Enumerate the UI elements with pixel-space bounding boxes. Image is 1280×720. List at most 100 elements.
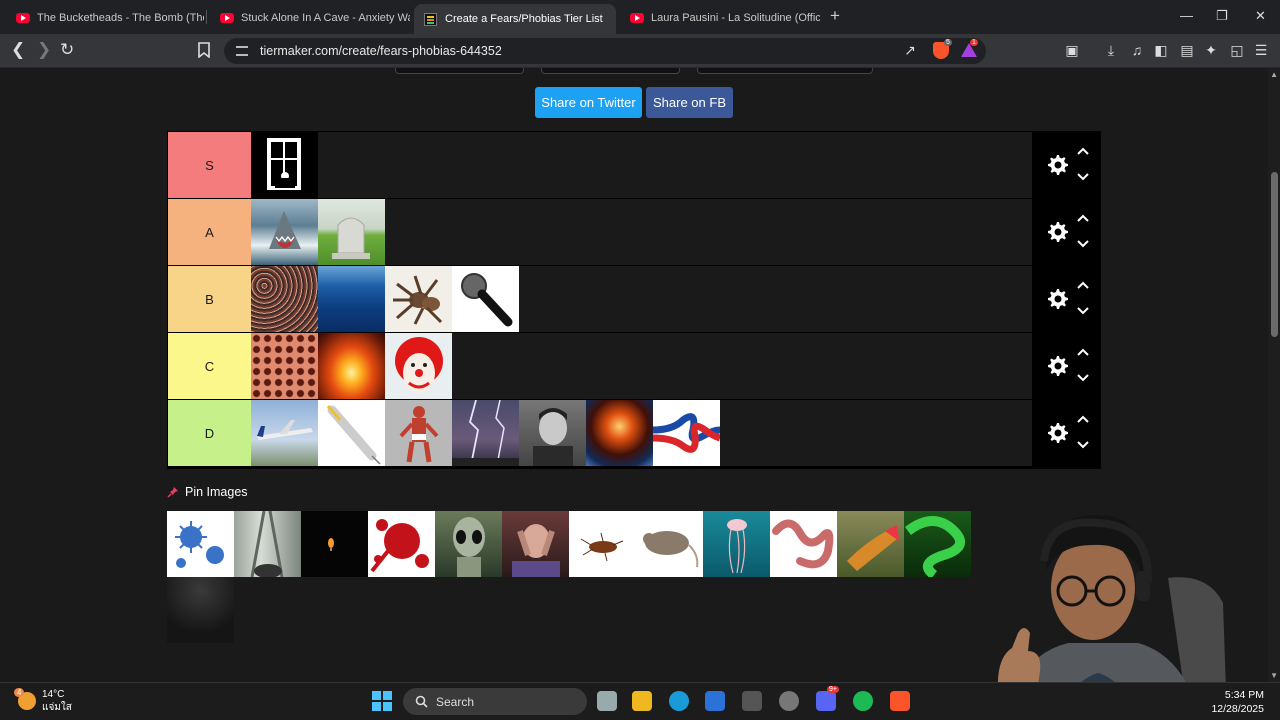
pool-item-worm[interactable]: [770, 511, 837, 577]
chevron-up-icon[interactable]: [1076, 413, 1090, 425]
address-bar[interactable]: tiermaker.com/create/fears-phobias-64435…: [224, 38, 986, 64]
chevron-up-icon[interactable]: [1076, 346, 1090, 358]
chevron-up-icon[interactable]: [1076, 279, 1090, 291]
share-icon[interactable]: ↗: [902, 42, 918, 58]
task-view-icon[interactable]: [597, 691, 617, 711]
gear-icon[interactable]: [1046, 421, 1070, 445]
chevron-up-icon[interactable]: [1076, 145, 1090, 157]
scroll-thumb[interactable]: [1271, 172, 1278, 337]
forward-icon[interactable]: ❯: [37, 40, 51, 60]
tier-drop-area[interactable]: [251, 266, 1032, 332]
chevron-down-icon[interactable]: [1076, 305, 1090, 317]
tier-item-microphone[interactable]: [452, 266, 519, 332]
store-icon[interactable]: [705, 691, 725, 711]
chevron-down-icon[interactable]: [1076, 171, 1090, 183]
back-icon[interactable]: ❮: [11, 40, 25, 60]
pool-item-blood[interactable]: [368, 511, 435, 577]
window-close-icon[interactable]: ✕: [1255, 8, 1266, 24]
gear-icon[interactable]: [1046, 220, 1070, 244]
top-dropdown[interactable]: [395, 68, 524, 74]
discord-icon[interactable]: 9+: [816, 686, 839, 711]
weather-widget[interactable]: 4 14°C แจ่มใส: [14, 688, 72, 714]
minimize-icon[interactable]: —: [1180, 8, 1193, 23]
site-settings-icon[interactable]: [236, 46, 248, 56]
pool-item-height[interactable]: [234, 511, 301, 577]
app-icon[interactable]: [779, 691, 799, 711]
tier-item-knot[interactable]: [653, 400, 720, 466]
leo-ai-icon[interactable]: ✦: [1203, 42, 1219, 58]
wallet-icon[interactable]: ▤: [1179, 42, 1195, 58]
tier-item-portrait[interactable]: [519, 400, 586, 466]
share-on-fb-button[interactable]: Share on FB: [646, 87, 733, 118]
pool-item-snake[interactable]: [904, 511, 971, 577]
tier-label[interactable]: C: [168, 333, 251, 399]
tab-stuck-alone[interactable]: Stuck Alone In A Cave - Anxiety Warn: [210, 4, 410, 32]
pool-item-dark-room[interactable]: [167, 577, 234, 643]
tier-drop-area[interactable]: [251, 199, 1032, 265]
tier-item-airplane[interactable]: [251, 400, 318, 466]
chevron-down-icon[interactable]: [1076, 439, 1090, 451]
tier-item-figure[interactable]: [385, 400, 452, 466]
download-icon[interactable]: ⤓: [1103, 42, 1119, 58]
chevron-down-icon[interactable]: [1076, 238, 1090, 250]
tier-drop-area[interactable]: [251, 333, 1032, 399]
tier-item-gravestone[interactable]: [318, 199, 385, 265]
tier-item-syringe[interactable]: [318, 400, 385, 466]
restore-icon[interactable]: ❐: [1216, 8, 1228, 24]
pool-item-cockroach-rat[interactable]: [569, 511, 703, 577]
tab-laura-pausini[interactable]: Laura Pausini - La Solitudine (Official: [620, 4, 820, 32]
tier-label[interactable]: S: [168, 132, 251, 198]
chevron-down-icon[interactable]: [1076, 372, 1090, 384]
app-icon[interactable]: [742, 691, 762, 711]
brave-taskbar-icon[interactable]: [890, 691, 910, 711]
screenshot-icon[interactable]: ▣: [1064, 42, 1080, 58]
pool-item-virus[interactable]: [167, 511, 234, 577]
tier-label[interactable]: D: [168, 400, 251, 466]
taskbar-search[interactable]: Search: [403, 688, 587, 715]
tier-item-explosion[interactable]: [586, 400, 653, 466]
gear-icon[interactable]: [1046, 153, 1070, 177]
pool-item-fearful-person[interactable]: [502, 511, 569, 577]
reload-icon[interactable]: ↻: [60, 40, 74, 60]
tab-buckettheads[interactable]: The Bucketheads - The Bomb (These: [6, 4, 204, 32]
pool-item-alien[interactable]: [435, 511, 502, 577]
tier-item-ocean[interactable]: [318, 266, 385, 332]
tier-item-crowd[interactable]: [251, 266, 318, 332]
scroll-up-icon[interactable]: ▲: [1270, 70, 1278, 79]
pin-images-toggle[interactable]: Pin Images: [167, 485, 248, 499]
gear-icon[interactable]: [1046, 287, 1070, 311]
tier-item-window-silhouette[interactable]: [251, 132, 318, 198]
edge-icon[interactable]: [669, 691, 689, 711]
page-scrollbar[interactable]: ▲ ▼: [1268, 68, 1280, 682]
tier-item-lightning[interactable]: [452, 400, 519, 466]
gear-icon[interactable]: [1046, 354, 1070, 378]
tier-item-clown[interactable]: [385, 333, 452, 399]
top-dropdown[interactable]: [697, 68, 873, 74]
pool-item-candle[interactable]: [301, 511, 368, 577]
top-dropdown[interactable]: [541, 68, 680, 74]
tier-item-fire[interactable]: [318, 333, 385, 399]
scroll-down-icon[interactable]: ▼: [1270, 671, 1278, 680]
tab-tiermaker-active[interactable]: Create a Fears/Phobias Tier List ✕: [414, 4, 616, 34]
share-on-twitter-button[interactable]: Share on Twitter: [535, 87, 642, 118]
tier-item-holes-cluster[interactable]: [251, 333, 318, 399]
new-tab-button[interactable]: +: [830, 6, 840, 26]
system-clock[interactable]: 5:34 PM 12/28/2025: [1211, 688, 1264, 716]
bookmark-icon[interactable]: [196, 42, 212, 59]
pool-item-jellyfish[interactable]: [703, 511, 770, 577]
pool-item-lizard[interactable]: [837, 511, 904, 577]
tier-item-tarantula[interactable]: [385, 266, 452, 332]
tier-label[interactable]: A: [168, 199, 251, 265]
tier-drop-area[interactable]: [251, 132, 1032, 198]
tier-item-shark[interactable]: [251, 199, 318, 265]
tier-label[interactable]: B: [168, 266, 251, 332]
media-icon[interactable]: ♫: [1129, 42, 1145, 58]
tier-drop-area[interactable]: [251, 400, 1032, 466]
start-button[interactable]: [372, 691, 392, 711]
sidebar-icon[interactable]: ◧: [1153, 42, 1169, 58]
spotify-icon[interactable]: [853, 691, 873, 711]
vpn-icon[interactable]: ◱: [1229, 42, 1245, 58]
chevron-up-icon[interactable]: [1076, 212, 1090, 224]
file-explorer-icon[interactable]: [632, 691, 652, 711]
menu-icon[interactable]: ☰: [1253, 42, 1269, 58]
